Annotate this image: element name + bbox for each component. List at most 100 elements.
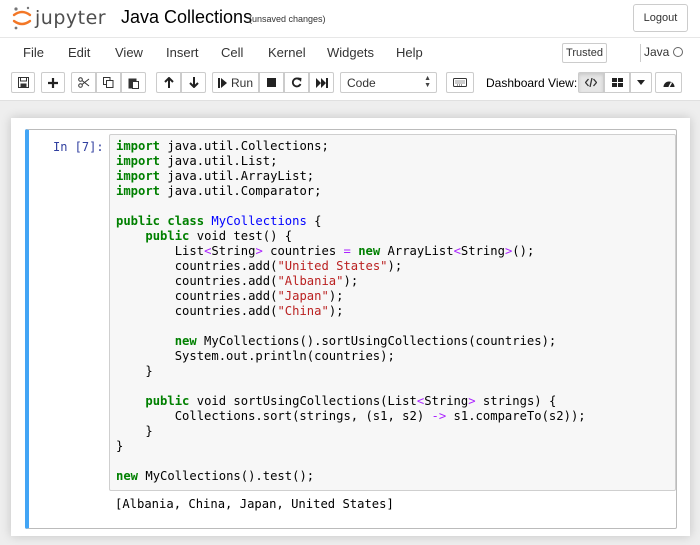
command-palette-button[interactable] bbox=[446, 72, 474, 93]
dashboard-button[interactable] bbox=[655, 72, 682, 93]
code-text: java.util.ArrayList; bbox=[160, 169, 315, 183]
menu-help[interactable]: Help bbox=[396, 45, 423, 60]
code-line: new MyCollections().test(); bbox=[116, 469, 586, 484]
code-text: List bbox=[116, 244, 205, 258]
jupyter-logo[interactable]: jupyter bbox=[12, 6, 106, 30]
code-line: countries.add("Albania"); bbox=[116, 274, 586, 289]
code-line: } bbox=[116, 424, 586, 439]
menu-kernel[interactable]: Kernel bbox=[268, 45, 306, 60]
code-keyword: new bbox=[174, 334, 197, 348]
code-block[interactable]: import java.util.Collections; import java… bbox=[116, 139, 586, 484]
menu-view[interactable]: View bbox=[115, 45, 143, 60]
code-keyword: new bbox=[116, 469, 139, 483]
kernel-status-icon bbox=[673, 47, 683, 57]
code-editor[interactable]: import java.util.Collections; import java… bbox=[109, 134, 676, 491]
copy-icon bbox=[103, 77, 114, 88]
menu-cell[interactable]: Cell bbox=[221, 45, 243, 60]
copy-button[interactable] bbox=[96, 72, 121, 93]
code-operator: > bbox=[468, 394, 476, 408]
cell-type-select[interactable]: Code ▲ ▼ bbox=[340, 72, 437, 93]
logout-button[interactable]: Logout bbox=[633, 4, 688, 32]
grid-view-icon bbox=[611, 78, 623, 87]
notebook-title[interactable]: Java Collections bbox=[121, 7, 252, 28]
code-line: countries.add("United States"); bbox=[116, 259, 586, 274]
restart-run-all-button[interactable] bbox=[309, 72, 334, 93]
code-text: } bbox=[116, 424, 153, 438]
code-keyword: import bbox=[116, 169, 161, 183]
caret-down-icon bbox=[637, 80, 645, 85]
menu-insert[interactable]: Insert bbox=[166, 45, 199, 60]
cell-output: [Albania, China, Japan, United States] bbox=[115, 497, 394, 511]
code-text: MyCollections().test(); bbox=[138, 469, 315, 483]
move-up-icon bbox=[163, 77, 174, 88]
cut-icon bbox=[77, 77, 89, 88]
add-cell-icon bbox=[48, 77, 58, 88]
code-text: Collections.sort(strings, (s1, s2) bbox=[116, 409, 432, 423]
move-up-button[interactable] bbox=[156, 72, 181, 93]
restart-button[interactable] bbox=[284, 72, 309, 93]
code-text: } bbox=[116, 364, 153, 378]
code-line: countries.add("China"); bbox=[116, 304, 586, 319]
code-keyword: import bbox=[116, 184, 161, 198]
code-text: { bbox=[306, 214, 322, 228]
code-keyword: class bbox=[167, 214, 205, 228]
input-prompt: In [7]: bbox=[53, 140, 104, 154]
keyboard-icon bbox=[453, 78, 467, 87]
code-line: import java.util.ArrayList; bbox=[116, 169, 586, 184]
code-cell[interactable]: In [7]: import java.util.Collections; imp… bbox=[25, 129, 677, 529]
insert-cell-button[interactable] bbox=[41, 72, 65, 93]
save-button[interactable] bbox=[11, 72, 35, 93]
toolbar: Run Code ▲ ▼ Dashboard View: bbox=[0, 68, 700, 101]
code-string: "China" bbox=[277, 304, 329, 318]
code-text: ); bbox=[328, 289, 344, 303]
code-text: void test() { bbox=[189, 229, 293, 243]
save-status: (unsaved changes) bbox=[249, 14, 326, 24]
code-line: Collections.sort(strings, (s1, s2) -> s1… bbox=[116, 409, 586, 424]
interrupt-button[interactable] bbox=[259, 72, 284, 93]
code-line: List<String> countries = new ArrayList<S… bbox=[116, 244, 586, 259]
move-down-icon bbox=[188, 77, 199, 88]
trusted-badge[interactable]: Trusted bbox=[562, 43, 607, 63]
menu-file[interactable]: File bbox=[23, 45, 44, 60]
cell-type-value: Code bbox=[347, 75, 376, 90]
paste-button[interactable] bbox=[121, 72, 146, 93]
run-button[interactable]: Run bbox=[212, 72, 259, 93]
code-view-icon bbox=[585, 78, 597, 87]
code-keyword: public bbox=[145, 229, 190, 243]
notebook-view-button[interactable] bbox=[578, 72, 604, 93]
cut-button[interactable] bbox=[71, 72, 96, 93]
code-keyword: public bbox=[145, 394, 190, 408]
code-text: countries.add( bbox=[116, 274, 278, 288]
code-string: "Albania" bbox=[277, 274, 344, 288]
code-text: ); bbox=[343, 274, 359, 288]
code-text: countries.add( bbox=[116, 289, 278, 303]
code-line: } bbox=[116, 364, 586, 379]
logo-text: jupyter bbox=[35, 7, 107, 29]
dashboard-view-label: Dashboard View: bbox=[486, 76, 578, 90]
code-keyword: import bbox=[116, 154, 161, 168]
code-text: countries.add( bbox=[116, 304, 278, 318]
code-keyword: import bbox=[116, 139, 161, 153]
code-text: s1.compareTo(s2)); bbox=[446, 409, 586, 423]
grid-view-button[interactable] bbox=[604, 72, 630, 93]
code-operator: > bbox=[255, 244, 263, 258]
move-down-button[interactable] bbox=[181, 72, 206, 93]
paste-icon bbox=[128, 78, 139, 89]
header: jupyter Java Collections (unsaved change… bbox=[0, 0, 700, 37]
kernel-name: Java bbox=[644, 45, 670, 59]
code-text: void sortUsingCollections(List bbox=[189, 394, 417, 408]
kernel-separator bbox=[640, 44, 641, 62]
view-dropdown-button[interactable] bbox=[630, 72, 652, 93]
menu-edit[interactable]: Edit bbox=[68, 45, 90, 60]
menu-widgets[interactable]: Widgets bbox=[327, 45, 374, 60]
code-class-name: MyCollections bbox=[211, 214, 307, 228]
code-line: public void test() { bbox=[116, 229, 586, 244]
code-text: } bbox=[116, 439, 124, 453]
code-line: import java.util.List; bbox=[116, 154, 586, 169]
code-text: (); bbox=[512, 244, 535, 258]
